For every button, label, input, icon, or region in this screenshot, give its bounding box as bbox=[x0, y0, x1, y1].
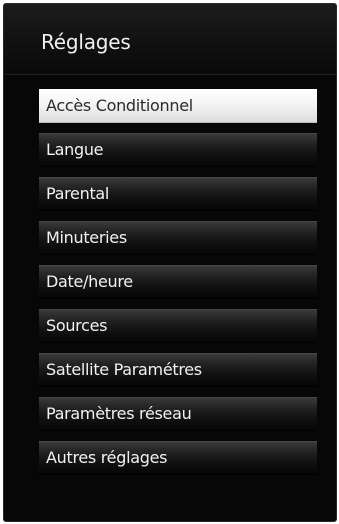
page-title: Réglages bbox=[41, 30, 131, 54]
menu-item-minuteries[interactable]: Minuteries bbox=[39, 221, 317, 255]
settings-menu: Accès Conditionnel Langue Parental Minut… bbox=[39, 89, 317, 485]
menu-item-satellite-parametres[interactable]: Satellite Paramétres bbox=[39, 353, 317, 387]
menu-item-parental[interactable]: Parental bbox=[39, 177, 317, 211]
menu-item-langue[interactable]: Langue bbox=[39, 133, 317, 167]
menu-item-parametres-reseau[interactable]: Paramètres réseau bbox=[39, 397, 317, 431]
panel-header: Réglages bbox=[4, 4, 336, 75]
settings-panel: Réglages Accès Conditionnel Langue Paren… bbox=[3, 3, 337, 522]
menu-item-acces-conditionnel[interactable]: Accès Conditionnel bbox=[39, 89, 317, 123]
menu-item-sources[interactable]: Sources bbox=[39, 309, 317, 343]
menu-item-date-heure[interactable]: Date/heure bbox=[39, 265, 317, 299]
menu-item-autres-reglages[interactable]: Autres réglages bbox=[39, 441, 317, 475]
